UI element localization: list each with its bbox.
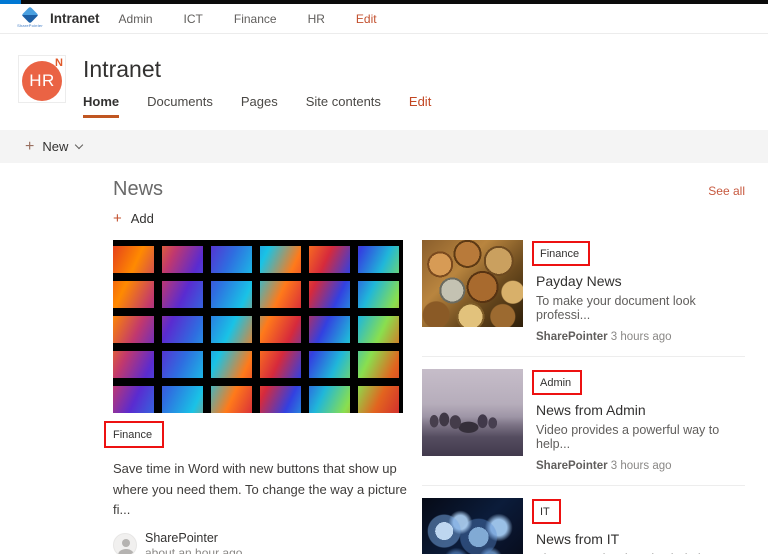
category-label: Finance [540, 248, 580, 260]
suite-bar: SharePointer Intranet Admin ICT Finance … [0, 4, 768, 34]
hero-byline: SharePointer about an hour ago [113, 531, 403, 554]
news-item-description: To make your document look professi... [536, 294, 696, 322]
hero-news-article: Finance Save time in Word with new butto… [104, 240, 407, 554]
news-item-timestamp: 3 hours ago [610, 331, 672, 343]
tab-edit[interactable]: Edit [409, 94, 431, 118]
site-nav: Home Documents Pages Site contents Edit [83, 94, 459, 118]
news-item-it: IT News from IT Themes and styles also h… [422, 498, 745, 554]
news-item-timestamp: 3 hours ago [610, 460, 672, 472]
suite-nav: Admin ICT Finance HR Edit [119, 12, 408, 26]
hero-timestamp: about an hour ago [145, 545, 243, 554]
browser-top-strip [0, 0, 768, 4]
news-item-byline: SharePointer 3 hours ago [536, 331, 745, 343]
see-all-link[interactable]: See all [708, 184, 745, 198]
news-item-title[interactable]: News from IT [536, 531, 745, 547]
hero-category-label: Finance [113, 429, 153, 441]
logo-n-badge: N [55, 57, 63, 69]
tab-home[interactable]: Home [83, 94, 120, 118]
category-annotation-box: Admin [532, 370, 583, 395]
news-webpart: News See all + Add Finance Save time in … [0, 178, 768, 554]
world-map-photo[interactable] [422, 498, 523, 554]
news-item-author: SharePointer [536, 460, 608, 472]
suite-nav-finance[interactable]: Finance [234, 12, 277, 26]
page-title[interactable]: Intranet [83, 56, 459, 83]
category-annotation-box: IT [532, 499, 561, 524]
avatar-person-icon [118, 549, 134, 554]
news-item-admin: Admin News from Admin Video provides a p… [422, 369, 745, 486]
tab-documents[interactable]: Documents [147, 94, 213, 118]
news-item-description: Video provides a powerful way to help... [536, 423, 720, 451]
hero-description[interactable]: Save time in Word with new buttons that … [113, 459, 421, 521]
category-annotation-box: Finance [532, 241, 591, 266]
suite-nav-hr[interactable]: HR [308, 12, 325, 26]
hero-news-image[interactable] [113, 240, 403, 413]
suite-nav-edit[interactable]: Edit [356, 12, 377, 26]
news-item-byline: SharePointer 3 hours ago [536, 460, 745, 472]
suite-site-title[interactable]: Intranet [50, 11, 100, 26]
add-plus-icon: + [113, 210, 122, 227]
category-label: Admin [540, 377, 572, 389]
news-item-author: SharePointer [536, 331, 608, 343]
top-strip-blue-segment [0, 0, 21, 4]
chevron-down-icon [75, 140, 84, 150]
site-header: HR N Intranet Home Documents Pages Site … [0, 34, 768, 130]
suite-brand-label: SharePointer [17, 23, 43, 28]
tab-site-contents[interactable]: Site contents [306, 94, 381, 118]
news-item-title[interactable]: Payday News [536, 273, 745, 289]
new-button[interactable]: + New [25, 137, 84, 156]
site-logo[interactable]: HR N [18, 55, 66, 103]
add-button-label: Add [130, 211, 154, 226]
tab-pages[interactable]: Pages [241, 94, 278, 118]
people-on-beach-photo[interactable] [422, 369, 523, 456]
add-news-button[interactable]: + Add [113, 210, 745, 227]
plus-icon: + [25, 137, 35, 155]
command-bar: + New [0, 130, 768, 163]
news-section-title: News [113, 178, 164, 200]
avatar-person-icon [122, 539, 130, 548]
news-item-title[interactable]: News from Admin [536, 402, 745, 418]
news-side-list: Finance Payday News To make your documen… [422, 240, 745, 554]
category-label: IT [540, 506, 550, 518]
new-button-label: New [42, 139, 69, 154]
coins-photo[interactable] [422, 240, 523, 327]
hero-category-annotation-box: Finance [104, 421, 165, 448]
sharepointer-diamond-icon [21, 6, 39, 24]
hero-author: SharePointer [145, 530, 218, 545]
suite-nav-admin[interactable]: Admin [119, 12, 153, 26]
suite-logo[interactable]: SharePointer [17, 6, 43, 28]
suite-nav-ict[interactable]: ICT [184, 12, 203, 26]
author-avatar [113, 533, 137, 554]
news-item-payday: Finance Payday News To make your documen… [422, 240, 745, 357]
